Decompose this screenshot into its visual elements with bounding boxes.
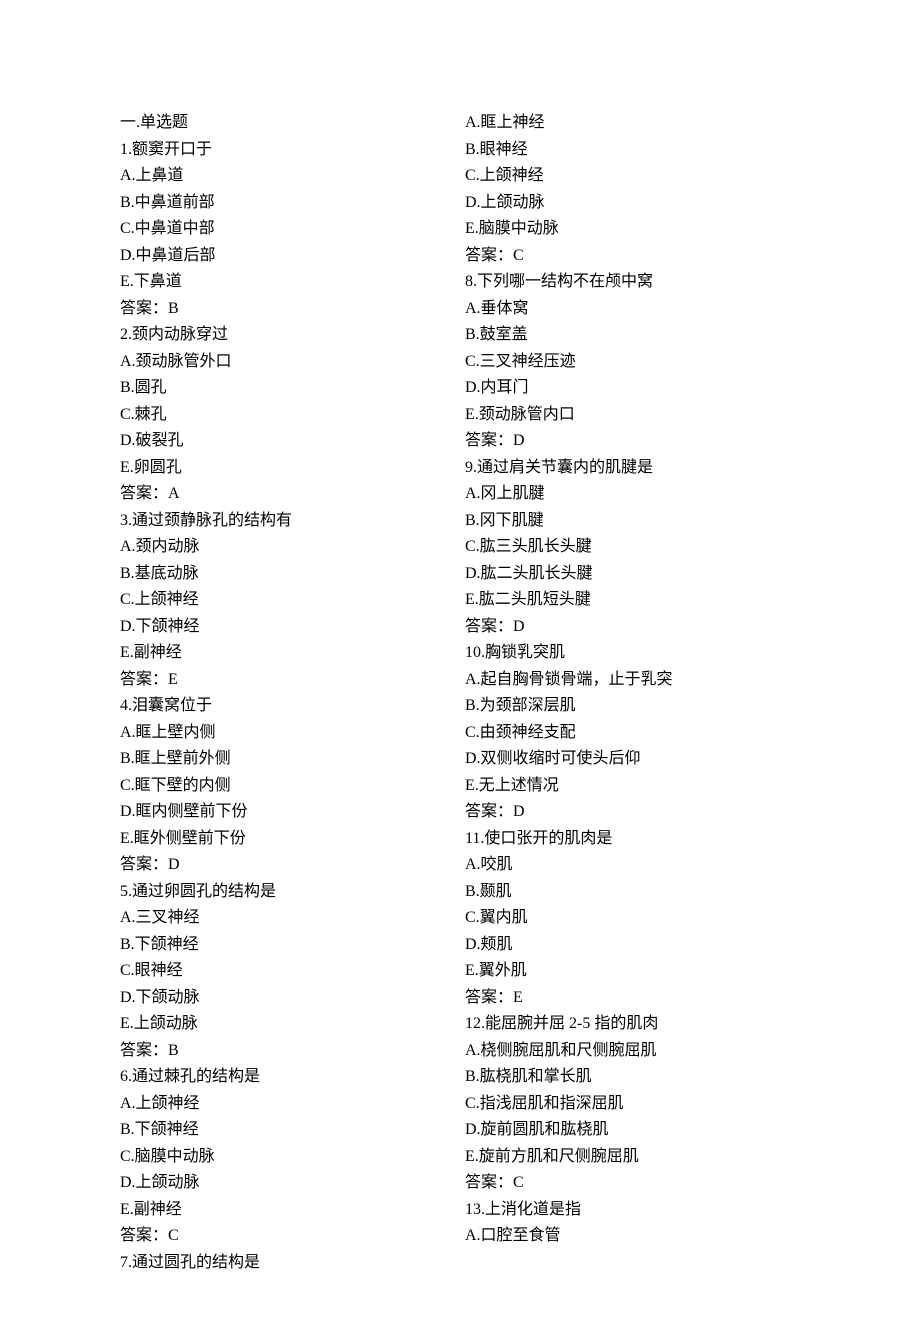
right-line: 8.下列哪一结构不在颅中窝 [465,269,800,296]
right-line: D.旋前圆肌和肱桡肌 [465,1117,800,1144]
left-line: B.中鼻道前部 [120,190,455,217]
right-line: C.上颌神经 [465,163,800,190]
left-line: 一.单选题 [120,110,455,137]
left-line: C.脑膜中动脉 [120,1144,455,1171]
left-line: D.下颌动脉 [120,985,455,1012]
right-line: D.颊肌 [465,932,800,959]
left-line: 7.通过圆孔的结构是 [120,1250,455,1277]
right-line: A.咬肌 [465,852,800,879]
right-line: A.起自胸骨锁骨端，止于乳突 [465,667,800,694]
left-line: 2.颈内动脉穿过 [120,322,455,349]
left-line: 答案：A [120,481,455,508]
right-line: E.脑膜中动脉 [465,216,800,243]
right-line: 答案：E [465,985,800,1012]
left-line: E.副神经 [120,1197,455,1224]
right-line: 答案：D [465,428,800,455]
right-line: 答案：D [465,799,800,826]
left-line: B.下颌神经 [120,932,455,959]
left-line: 答案：D [120,852,455,879]
right-line: B.颞肌 [465,879,800,906]
left-line: B.基底动脉 [120,561,455,588]
right-line: E.肱二头肌短头腱 [465,587,800,614]
left-line: C.眶下壁的内侧 [120,773,455,800]
left-line: C.眼神经 [120,958,455,985]
right-line: D.内耳门 [465,375,800,402]
right-line: C.由颈神经支配 [465,720,800,747]
right-line: C.指浅屈肌和指深屈肌 [465,1091,800,1118]
left-line: D.下颌神经 [120,614,455,641]
left-line: E.上颌动脉 [120,1011,455,1038]
left-line: E.卵圆孔 [120,455,455,482]
right-line: 答案：C [465,243,800,270]
right-line: 答案：C [465,1170,800,1197]
left-line: C.上颌神经 [120,587,455,614]
right-line: A.垂体窝 [465,296,800,323]
left-line: B.圆孔 [120,375,455,402]
left-line: D.中鼻道后部 [120,243,455,270]
left-line: E.副神经 [120,640,455,667]
left-line: 3.通过颈静脉孔的结构有 [120,508,455,535]
left-line: 答案：C [120,1223,455,1250]
right-line: B.冈下肌腱 [465,508,800,535]
left-line: B.眶上壁前外侧 [120,746,455,773]
left-line: 6.通过棘孔的结构是 [120,1064,455,1091]
left-column: 一.单选题1.额窦开口于A.上鼻道B.中鼻道前部C.中鼻道中部D.中鼻道后部E.… [120,110,455,1276]
left-line: 5.通过卵圆孔的结构是 [120,879,455,906]
left-line: 答案：B [120,1038,455,1065]
right-line: 13.上消化道是指 [465,1197,800,1224]
left-line: A.上颌神经 [120,1091,455,1118]
page-content: 一.单选题1.额窦开口于A.上鼻道B.中鼻道前部C.中鼻道中部D.中鼻道后部E.… [0,0,920,1336]
right-line: A.桡侧腕屈肌和尺侧腕屈肌 [465,1038,800,1065]
right-line: B.眼神经 [465,137,800,164]
right-line: E.旋前方肌和尺侧腕屈肌 [465,1144,800,1171]
left-line: A.颈动脉管外口 [120,349,455,376]
left-line: C.中鼻道中部 [120,216,455,243]
left-line: D.破裂孔 [120,428,455,455]
right-line: B.为颈部深层肌 [465,693,800,720]
right-line: 11.使口张开的肌肉是 [465,826,800,853]
right-line: 10.胸锁乳突肌 [465,640,800,667]
left-line: D.眶内侧壁前下份 [120,799,455,826]
right-column: A.眶上神经B.眼神经C.上颌神经D.上颌动脉E.脑膜中动脉答案：C8.下列哪一… [465,110,800,1276]
left-line: 答案：E [120,667,455,694]
right-line: D.肱二头肌长头腱 [465,561,800,588]
right-line: E.无上述情况 [465,773,800,800]
right-line: B.肱桡肌和掌长肌 [465,1064,800,1091]
left-line: E.眶外侧壁前下份 [120,826,455,853]
left-line: A.眶上壁内侧 [120,720,455,747]
right-line: 答案：D [465,614,800,641]
left-line: B.下颌神经 [120,1117,455,1144]
right-line: 12.能屈腕并屈 2-5 指的肌肉 [465,1011,800,1038]
right-line: A.眶上神经 [465,110,800,137]
right-line: 9.通过肩关节囊内的肌腱是 [465,455,800,482]
right-line: E.翼外肌 [465,958,800,985]
right-line: C.翼内肌 [465,905,800,932]
left-line: 4.泪囊窝位于 [120,693,455,720]
right-line: D.双侧收缩时可使头后仰 [465,746,800,773]
left-line: C.棘孔 [120,402,455,429]
left-line: D.上颌动脉 [120,1170,455,1197]
left-line: 1.额窦开口于 [120,137,455,164]
left-line: A.上鼻道 [120,163,455,190]
right-line: C.三叉神经压迹 [465,349,800,376]
right-line: A.口腔至食管 [465,1223,800,1250]
right-line: C.肱三头肌长头腱 [465,534,800,561]
right-line: E.颈动脉管内口 [465,402,800,429]
left-line: 答案：B [120,296,455,323]
left-line: A.三叉神经 [120,905,455,932]
right-line: D.上颌动脉 [465,190,800,217]
right-line: B.鼓室盖 [465,322,800,349]
right-line: A.冈上肌腱 [465,481,800,508]
left-line: E.下鼻道 [120,269,455,296]
left-line: A.颈内动脉 [120,534,455,561]
